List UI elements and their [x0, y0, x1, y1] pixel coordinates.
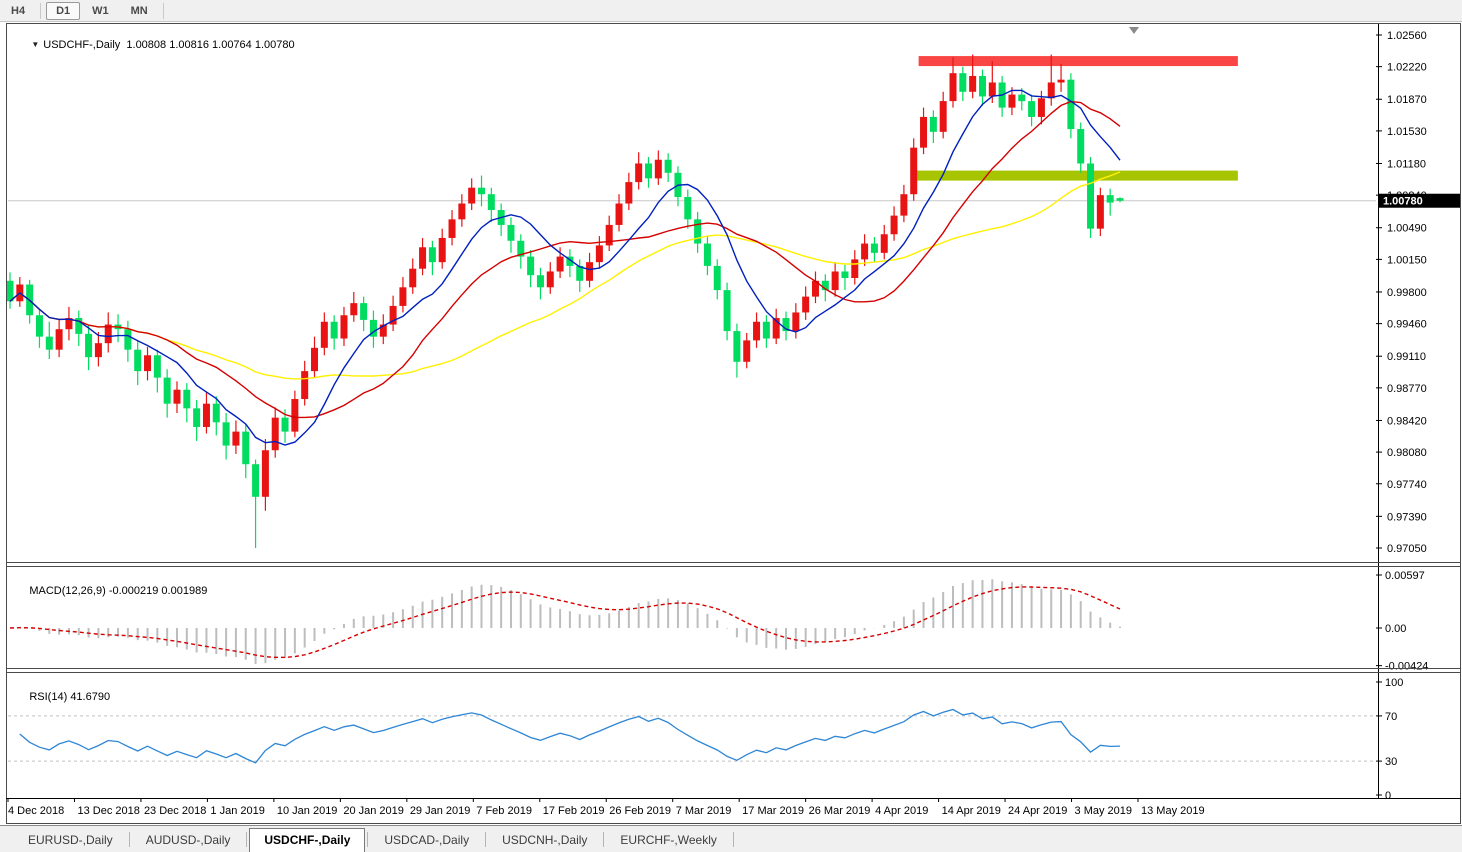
- timeframe-button-d1[interactable]: D1: [46, 1, 81, 20]
- tab-separator: [246, 832, 248, 847]
- svg-text:0.99460: 0.99460: [1387, 319, 1427, 331]
- trading-platform-window: H4 D1 W1 MN 1.02560 1.02220 1.01870 1.01530…: [0, 0, 1462, 852]
- rsi-value: 41.6790: [70, 691, 111, 703]
- svg-text:0.00: 0.00: [1385, 623, 1406, 635]
- support-line[interactable]: [916, 170, 1238, 181]
- tab-usdcad-daily[interactable]: USDCAD-,Daily: [370, 829, 483, 852]
- svg-text:13 Dec 2018: 13 Dec 2018: [77, 805, 139, 817]
- resistance-line[interactable]: [918, 56, 1238, 67]
- tab-separator: [603, 832, 605, 847]
- toolbar-separator: [162, 2, 164, 19]
- svg-text:29 Jan 2019: 29 Jan 2019: [410, 805, 471, 817]
- tab-usdcnh-daily[interactable]: USDCNH-,Daily: [488, 829, 601, 852]
- svg-text:4 Dec 2018: 4 Dec 2018: [8, 805, 64, 817]
- svg-text:0: 0: [1385, 790, 1391, 802]
- tab-separator: [128, 832, 130, 847]
- svg-text:0.00597: 0.00597: [1385, 570, 1425, 582]
- svg-text:1.01870: 1.01870: [1387, 94, 1427, 106]
- svg-text:17 Feb 2019: 17 Feb 2019: [543, 805, 605, 817]
- timeframe-button-h4[interactable]: H4: [1, 2, 35, 20]
- tab-separator: [732, 832, 734, 847]
- chart-symbol-label: USDCHF-,Daily: [43, 39, 121, 51]
- svg-text:20 Jan 2019: 20 Jan 2019: [343, 805, 404, 817]
- tab-usdchf-daily[interactable]: USDCHF-,Daily: [249, 828, 366, 852]
- price-chart-canvas[interactable]: 1.02560 1.02220 1.01870 1.01530 1.01180 1.008…: [0, 22, 1462, 825]
- tab-eurchf-weekly[interactable]: EURCHF-,Weekly: [606, 829, 730, 852]
- svg-text:4 Apr 2019: 4 Apr 2019: [875, 805, 928, 817]
- svg-text:14 Apr 2019: 14 Apr 2019: [942, 805, 1001, 817]
- svg-text:0.98770: 0.98770: [1387, 383, 1427, 395]
- svg-text:13 May 2019: 13 May 2019: [1141, 805, 1205, 817]
- svg-text:1 Jan 2019: 1 Jan 2019: [210, 805, 264, 817]
- tab-separator: [367, 832, 369, 847]
- svg-text:70: 70: [1385, 711, 1397, 723]
- svg-text:1.00150: 1.00150: [1387, 254, 1427, 266]
- svg-text:0.98420: 0.98420: [1387, 415, 1427, 427]
- svg-text:26 Feb 2019: 26 Feb 2019: [609, 805, 671, 817]
- svg-text:26 Mar 2019: 26 Mar 2019: [809, 805, 871, 817]
- tab-audusd-daily[interactable]: AUDUSD-,Daily: [132, 829, 245, 852]
- svg-text:0.99110: 0.99110: [1387, 351, 1426, 363]
- svg-text:100: 100: [1385, 677, 1403, 689]
- svg-text:-0.00424: -0.00424: [1385, 661, 1428, 673]
- svg-text:3 May 2019: 3 May 2019: [1075, 805, 1132, 817]
- svg-text:1.02220: 1.02220: [1387, 62, 1427, 74]
- svg-text:1.01530: 1.01530: [1387, 126, 1427, 138]
- chart-window: 1.02560 1.02220 1.01870 1.01530 1.01180 1.008…: [0, 22, 1462, 825]
- rsi-name: RSI(14): [29, 691, 68, 703]
- macd-name: MACD(12,26,9): [29, 585, 106, 597]
- svg-text:17 Mar 2019: 17 Mar 2019: [742, 805, 804, 817]
- timeframe-button-w1[interactable]: W1: [82, 2, 119, 20]
- timeframe-button-mn[interactable]: MN: [121, 2, 158, 20]
- chart-tab-bar: EURUSD-,Daily AUDUSD-,Daily USDCHF-,Dail…: [0, 825, 1462, 852]
- svg-text:1.00490: 1.00490: [1387, 223, 1427, 235]
- tab-separator: [485, 832, 487, 847]
- chart-collapse-icon[interactable]: ▼: [31, 40, 39, 49]
- svg-text:24 Apr 2019: 24 Apr 2019: [1008, 805, 1067, 817]
- svg-text:0.97390: 0.97390: [1387, 511, 1427, 523]
- svg-text:0.98080: 0.98080: [1387, 447, 1427, 459]
- svg-text:7 Mar 2019: 7 Mar 2019: [676, 805, 732, 817]
- toolbar-separator: [40, 2, 42, 19]
- rsi-indicator-label: RSI(14) 41.6790: [11, 679, 110, 715]
- svg-text:0.97050: 0.97050: [1387, 543, 1427, 555]
- svg-text:1.01180: 1.01180: [1387, 158, 1426, 170]
- svg-text:1.00780: 1.00780: [1383, 196, 1423, 208]
- macd-indicator-label: MACD(12,26,9) -0.000219 0.001989: [11, 573, 207, 609]
- svg-text:1.02560: 1.02560: [1387, 30, 1427, 42]
- svg-text:7 Feb 2019: 7 Feb 2019: [476, 805, 532, 817]
- chart-ohlc-values: 1.00808 1.00816 1.00764 1.00780: [126, 39, 295, 51]
- svg-text:23 Dec 2018: 23 Dec 2018: [144, 805, 206, 817]
- tab-eurusd-daily[interactable]: EURUSD-,Daily: [14, 829, 127, 852]
- macd-values: -0.000219 0.001989: [108, 585, 208, 597]
- svg-text:10 Jan 2019: 10 Jan 2019: [277, 805, 338, 817]
- timeframe-toolbar: H4 D1 W1 MN: [0, 0, 1462, 22]
- svg-text:0.99800: 0.99800: [1387, 287, 1427, 299]
- svg-text:0.97740: 0.97740: [1387, 479, 1427, 491]
- svg-text:30: 30: [1385, 756, 1397, 768]
- chart-title: ▼ USDCHF-,Daily 1.00808 1.00816 1.00764 1…: [13, 27, 295, 63]
